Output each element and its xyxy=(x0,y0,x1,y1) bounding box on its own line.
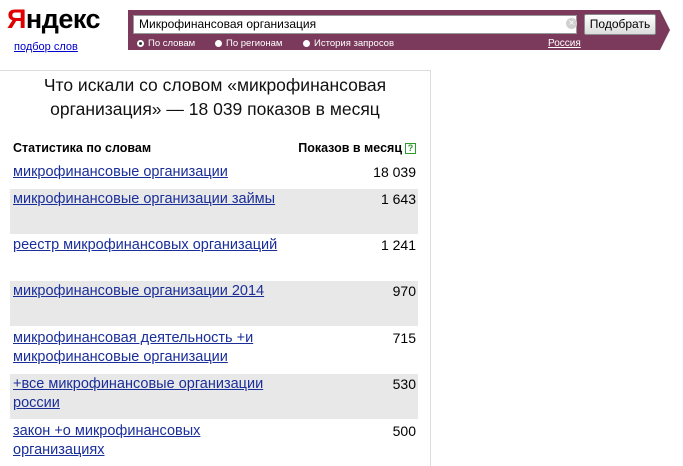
table-row: реестр микрофинансовых организаций 1 241 xyxy=(10,235,418,280)
radio-selected-icon[interactable] xyxy=(137,40,144,47)
table-row: микрофинансовые организации 18 039 xyxy=(10,162,418,189)
column-shows-header: Показов в месяц? xyxy=(298,141,416,155)
option-history[interactable]: История запросов xyxy=(303,38,394,49)
column-shows-label: Показов в месяц xyxy=(298,141,402,155)
help-icon[interactable]: ? xyxy=(405,143,416,155)
yandex-logo[interactable]: Яндекс xyxy=(7,4,101,34)
logo-rest: ндекс xyxy=(25,4,101,34)
keyword-link[interactable]: микрофинансовая деятельность +и микрофин… xyxy=(13,329,293,367)
shows-count: 500 xyxy=(392,423,416,439)
option-by-words[interactable]: По словам xyxy=(137,38,195,49)
option-label: По регионам xyxy=(226,38,283,49)
clear-icon[interactable]: × xyxy=(566,18,577,29)
option-label: По словам xyxy=(148,38,196,49)
results-panel: Что искали со словом «микрофинансовая ор… xyxy=(0,70,431,466)
option-label: История запросов xyxy=(314,38,395,49)
table-row: закон +о микрофинансовых организациях 50… xyxy=(10,421,418,466)
shows-count: 530 xyxy=(392,376,416,392)
keyword-link[interactable]: закон +о микрофинансовых организациях xyxy=(13,422,293,460)
table-row: микрофинансовая деятельность +и микрофин… xyxy=(10,328,418,373)
keyword-link[interactable]: +все микрофинансовые организации россии xyxy=(13,375,293,413)
shows-count: 18 039 xyxy=(373,164,416,180)
table-row: микрофинансовые организации 2014 970 xyxy=(10,281,418,326)
shows-count: 1 643 xyxy=(380,191,416,207)
shows-count: 1 241 xyxy=(380,237,416,253)
shows-count: 970 xyxy=(392,283,416,299)
radio-icon[interactable] xyxy=(303,40,310,47)
region-link[interactable]: Россия xyxy=(548,38,581,49)
column-words-header: Статистика по словам xyxy=(13,141,152,155)
keyword-link[interactable]: микрофинансовые организации займы xyxy=(13,190,293,209)
keyword-link[interactable]: микрофинансовые организации 2014 xyxy=(13,282,293,301)
submit-button[interactable]: Подобрать xyxy=(584,14,656,35)
wordstat-link[interactable]: подбор слов xyxy=(14,41,78,53)
shows-count: 715 xyxy=(392,330,416,346)
logo-first-letter: Я xyxy=(7,4,26,34)
radio-icon[interactable] xyxy=(215,40,222,47)
results-title: Что искали со словом «микрофинансовая ор… xyxy=(43,75,387,119)
keyword-link[interactable]: микрофинансовые организации xyxy=(13,163,293,182)
search-input[interactable]: Микрофинансовая организация xyxy=(133,15,577,34)
table-row: +все микрофинансовые организации россии … xyxy=(10,374,418,419)
keyword-link[interactable]: реестр микрофинансовых организаций xyxy=(13,236,293,255)
search-bar: Микрофинансовая организация × Подобрать … xyxy=(128,10,670,50)
table-row: микрофинансовые организации займы 1 643 xyxy=(10,189,418,234)
option-by-regions[interactable]: По регионам xyxy=(215,38,282,49)
